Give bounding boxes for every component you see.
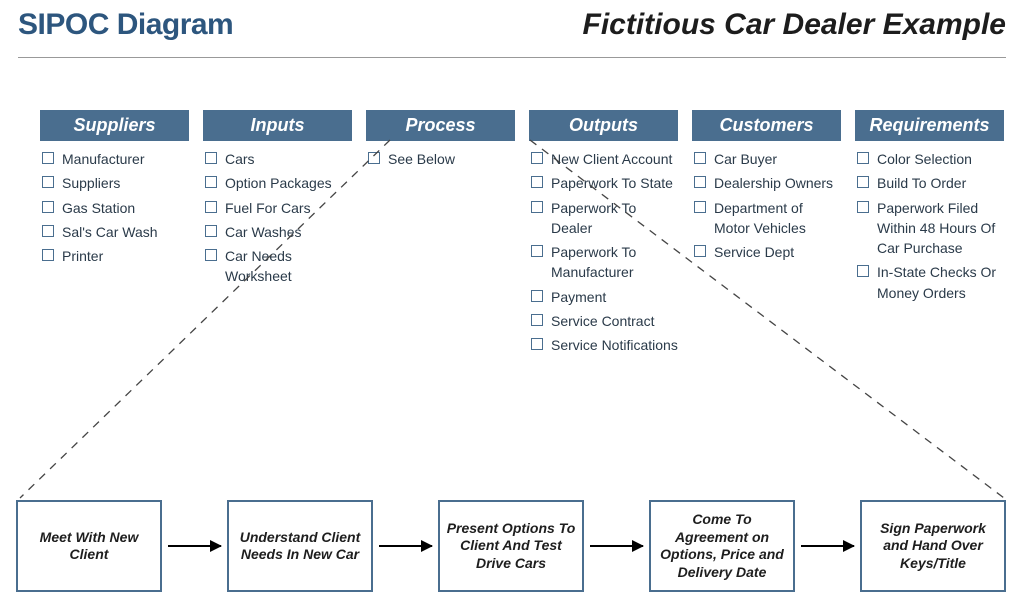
sipoc-columns: Suppliers Manufacturer Suppliers Gas Sta… [40,110,1004,360]
col-list: Manufacturer Suppliers Gas Station Sal's… [40,149,189,266]
col-item: Suppliers [40,173,189,193]
col-item: Paperwork To Manufacturer [529,242,678,283]
diagram-header: SIPOC Diagram Fictitious Car Dealer Exam… [18,8,1006,58]
col-list: Cars Option Packages Fuel For Cars Car W… [203,149,352,287]
arrow-icon [801,545,854,547]
col-item: See Below [366,149,515,169]
col-list: New Client Account Paperwork To State Pa… [529,149,678,356]
col-item: Printer [40,246,189,266]
arrow-icon [590,545,643,547]
col-header: Inputs [203,110,352,141]
process-step: Understand Client Needs In New Car [227,500,373,592]
col-item: Cars [203,149,352,169]
col-header: Customers [692,110,841,141]
col-item: Option Packages [203,173,352,193]
col-item: Manufacturer [40,149,189,169]
col-requirements: Requirements Color Selection Build To Or… [855,110,1004,360]
col-header: Process [366,110,515,141]
col-item: Car Needs Worksheet [203,246,352,287]
col-item: New Client Account [529,149,678,169]
col-item: Service Dept [692,242,841,262]
process-step: Meet With New Client [16,500,162,592]
col-outputs: Outputs New Client Account Paperwork To … [529,110,678,360]
col-item: Paperwork Filed Within 48 Hours Of Car P… [855,198,1004,259]
col-item: Color Selection [855,149,1004,169]
col-list: See Below [366,149,515,169]
col-list: Color Selection Build To Order Paperwork… [855,149,1004,303]
col-suppliers: Suppliers Manufacturer Suppliers Gas Sta… [40,110,189,360]
col-item: Sal's Car Wash [40,222,189,242]
col-item: Car Buyer [692,149,841,169]
diagram-subtitle: Fictitious Car Dealer Example [583,8,1007,42]
col-process: Process See Below [366,110,515,360]
col-item: Payment [529,287,678,307]
col-header: Requirements [855,110,1004,141]
arrow-icon [379,545,432,547]
process-row: Meet With New Client Understand Client N… [16,500,1006,592]
process-step: Sign Paperwork and Hand Over Keys/Title [860,500,1006,592]
col-item: Gas Station [40,198,189,218]
col-header: Suppliers [40,110,189,141]
col-customers: Customers Car Buyer Dealership Owners De… [692,110,841,360]
col-item: Paperwork To Dealer [529,198,678,239]
col-inputs: Inputs Cars Option Packages Fuel For Car… [203,110,352,360]
diagram-title: SIPOC Diagram [18,8,233,42]
col-item: Fuel For Cars [203,198,352,218]
col-item: Service Contract [529,311,678,331]
col-item: Department of Motor Vehicles [692,198,841,239]
col-item: Dealership Owners [692,173,841,193]
col-item: In-State Checks Or Money Orders [855,262,1004,303]
col-item: Car Washes [203,222,352,242]
process-step: Present Options To Client And Test Drive… [438,500,584,592]
arrow-icon [168,545,221,547]
col-header: Outputs [529,110,678,141]
process-step: Come To Agreement on Options, Price and … [649,500,795,592]
col-item: Service Notifications [529,335,678,355]
col-item: Paperwork To State [529,173,678,193]
col-list: Car Buyer Dealership Owners Department o… [692,149,841,262]
col-item: Build To Order [855,173,1004,193]
